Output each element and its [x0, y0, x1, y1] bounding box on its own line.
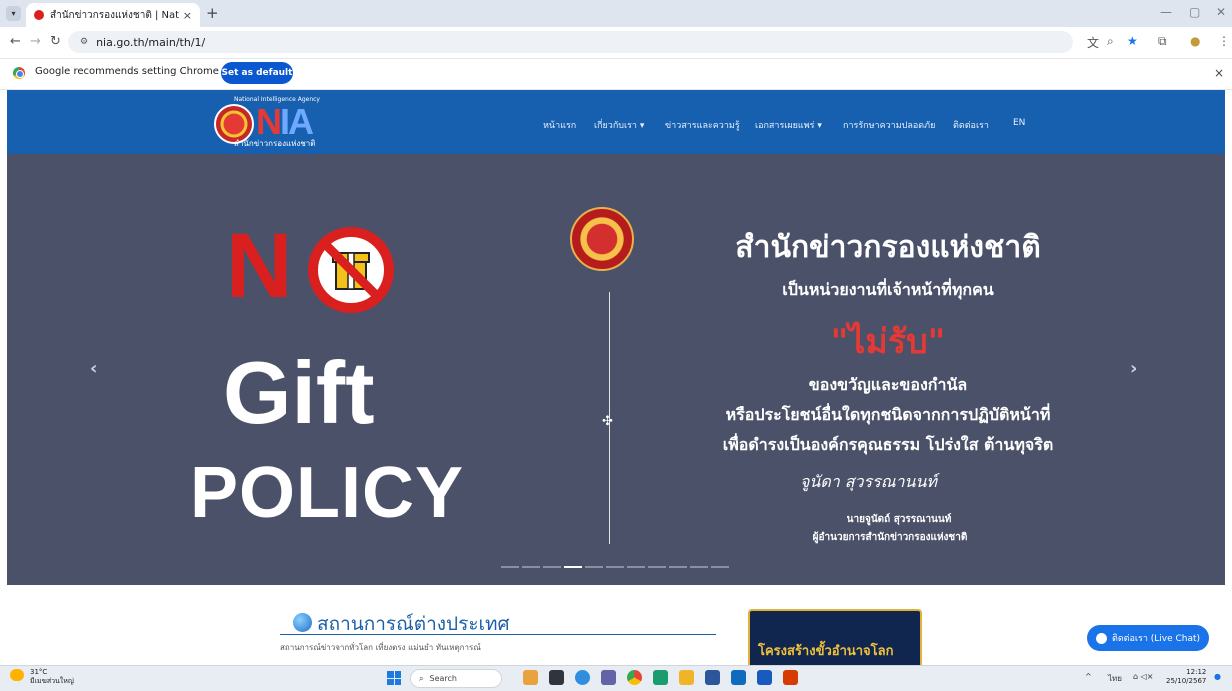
- gift-text: Gift: [223, 343, 375, 442]
- slider-dot[interactable]: [543, 566, 561, 568]
- search-icon: ⌕: [419, 673, 424, 683]
- slider-dot[interactable]: [648, 566, 666, 568]
- nav-security[interactable]: การรักษาความปลอดภัย: [843, 118, 935, 132]
- chat-bubble-icon: [1095, 632, 1107, 644]
- slider-dot[interactable]: [501, 566, 519, 568]
- infobar-close-icon[interactable]: ×: [1214, 66, 1224, 80]
- notification-bell-icon[interactable]: ●: [1214, 672, 1221, 681]
- clock-date: 25/10/2567: [1166, 677, 1207, 685]
- slider-dot[interactable]: [606, 566, 624, 568]
- weather-temp: 31°C: [30, 668, 48, 676]
- nav-home[interactable]: หน้าแรก: [543, 118, 576, 132]
- close-window-icon[interactable]: ✕: [1216, 5, 1226, 19]
- forward-icon[interactable]: →: [30, 34, 41, 49]
- promo-banner-text: โครงสร้างขั้วอำนาจโลก: [758, 644, 894, 659]
- taskbar-app-terminal-icon[interactable]: [549, 670, 564, 685]
- clock-time: 12:12: [1186, 668, 1207, 676]
- nav-about[interactable]: เกี่ยวกับเรา ▾: [594, 118, 644, 132]
- policy-text: POLICY: [190, 453, 465, 533]
- no-gift-n: N: [226, 215, 292, 317]
- weather-desc: มีเมฆส่วนใหญ่: [30, 677, 74, 685]
- taskbar-app-chrome-icon[interactable]: [627, 670, 642, 685]
- profile-avatar-icon[interactable]: ●: [1190, 34, 1200, 48]
- url-text: nia.go.th/main/th/1/: [96, 35, 206, 49]
- taskbar-app-word-icon[interactable]: [757, 670, 772, 685]
- set-as-default-button[interactable]: Set as default: [221, 62, 293, 84]
- no-gift-icon: [308, 227, 394, 313]
- slider-dot[interactable]: [564, 566, 582, 568]
- back-icon[interactable]: ←: [10, 34, 21, 49]
- address-bar[interactable]: ⚙ nia.go.th/main/th/1/: [68, 31, 1073, 53]
- tab-search-icon[interactable]: ▾: [6, 6, 21, 21]
- system-clock[interactable]: 12:12 25/10/2567: [1166, 668, 1206, 686]
- new-tab-button[interactable]: +: [206, 4, 219, 22]
- signer-position: ผู้อำนวยการสำนักข่าวกรองแห่งชาติ: [812, 532, 968, 543]
- live-chat-button[interactable]: ติดต่อเรา (Live Chat): [1087, 625, 1209, 651]
- input-language[interactable]: ไทย: [1108, 672, 1122, 685]
- tray-chevron-icon[interactable]: ^: [1085, 672, 1092, 681]
- tab-title: สำนักข่าวกรองแห่งชาติ | National I: [50, 9, 179, 21]
- reload-icon[interactable]: ↻: [50, 34, 61, 49]
- compass-star-icon: ✣: [602, 414, 613, 429]
- section-divider: [280, 634, 716, 635]
- minimize-icon[interactable]: —: [1160, 5, 1172, 19]
- weather-icon[interactable]: [10, 669, 24, 681]
- logo-nia-n: N: [256, 101, 282, 142]
- slider-prev-arrow-icon[interactable]: ‹: [90, 358, 97, 379]
- slider-indicators: [501, 566, 729, 568]
- nia-seal-icon: [570, 207, 634, 271]
- taskbar-app-folder-icon[interactable]: [523, 670, 538, 685]
- nav-contact[interactable]: ติดต่อเรา: [953, 118, 989, 132]
- taskbar-search[interactable]: ⌕ Search: [410, 669, 502, 688]
- taskbar-app-explorer-icon[interactable]: [679, 670, 694, 685]
- live-chat-label: ติดต่อเรา (Live Chat): [1111, 634, 1201, 644]
- chrome-logo-icon: [13, 67, 25, 79]
- slider-dot[interactable]: [711, 566, 729, 568]
- favicon-icon: [34, 10, 44, 20]
- nav-publications[interactable]: เอกสารเผยแพร่ ▾: [755, 118, 822, 132]
- tab-close-icon[interactable]: ×: [183, 9, 192, 22]
- slider-dot[interactable]: [669, 566, 687, 568]
- hero-line-2: หรือประโยชน์อื่นใดทุกชนิดจากการปฏิบัติหน…: [725, 405, 1051, 424]
- slider-dot[interactable]: [585, 566, 603, 568]
- logo-thai-name: สำนักข่าวกรองแห่งชาติ: [234, 139, 316, 148]
- taskbar-search-label: Search: [429, 674, 457, 683]
- globe-icon: [293, 613, 312, 632]
- taskbar-app-store-icon[interactable]: [705, 670, 720, 685]
- hero-line-1: ของขวัญและของกำนัล: [808, 375, 968, 394]
- taskbar-app-line-icon[interactable]: [653, 670, 668, 685]
- logo-nia-rest: IA: [280, 101, 314, 142]
- nav-news[interactable]: ข่าวสารและความรู้: [665, 118, 740, 132]
- restore-icon[interactable]: ▢: [1189, 5, 1200, 19]
- slider-dot[interactable]: [690, 566, 708, 568]
- site-info-icon[interactable]: ⚙: [80, 37, 88, 47]
- bookmark-star-icon[interactable]: ★: [1127, 34, 1138, 48]
- taskbar-app-edge-icon[interactable]: [575, 670, 590, 685]
- nav-english[interactable]: EN: [1013, 118, 1025, 128]
- weather-widget[interactable]: 31°C มีเมฆส่วนใหญ่: [30, 668, 74, 686]
- hero-title: สำนักข่าวกรองแห่งชาติ: [735, 230, 1041, 265]
- browser-tab[interactable]: สำนักข่าวกรองแห่งชาติ | National I ×: [26, 3, 200, 27]
- windows-start-icon[interactable]: [387, 671, 401, 685]
- slider-dot[interactable]: [522, 566, 540, 568]
- slider-dot[interactable]: [627, 566, 645, 568]
- windows-taskbar: [0, 665, 1232, 691]
- signer-name: นายจูนัดถ์ สุวรรณานนท์: [846, 514, 952, 525]
- menu-kebab-icon[interactable]: ⋮: [1218, 34, 1230, 48]
- slider-next-arrow-icon[interactable]: ›: [1130, 358, 1137, 379]
- hero-subtitle: เป็นหน่วยงานที่เจ้าหน้าที่ทุกคน: [782, 280, 994, 299]
- translate-icon[interactable]: 文: [1087, 34, 1099, 51]
- extensions-icon[interactable]: ⧉: [1158, 34, 1167, 49]
- section-description: สถานการณ์ข่าวจากทั่วโลก เที่ยงตรง แม่นยำ…: [280, 643, 481, 652]
- director-signature: จูนัดา สุวรรณานนท์: [800, 472, 937, 491]
- taskbar-app-mail-icon[interactable]: [731, 670, 746, 685]
- hero-no-receive: "ไม่รับ": [830, 322, 946, 362]
- network-volume-icon[interactable]: ⌂ ◁×: [1133, 672, 1153, 681]
- hero-line-3: เพื่อดำรงเป็นองค์กรคุณธรรม โปร่งใส ต้านท…: [722, 435, 1054, 454]
- taskbar-app-teams-icon[interactable]: [601, 670, 616, 685]
- taskbar-app-office-icon[interactable]: [783, 670, 798, 685]
- zoom-icon[interactable]: ⌕: [1107, 34, 1114, 49]
